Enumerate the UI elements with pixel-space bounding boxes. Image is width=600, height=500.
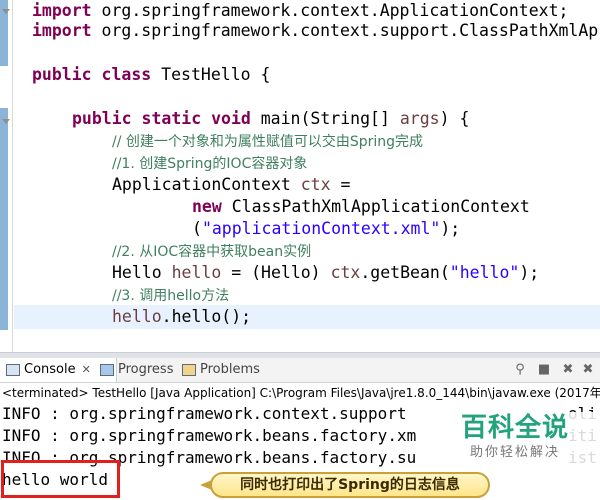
terminated-status: <terminated> TestHello [Java Application… (2, 386, 600, 400)
ruler-line (12, 0, 13, 352)
tab-progress[interactable]: Progress (100, 358, 192, 382)
code-line-13[interactable]: hello.hello(); (112, 306, 251, 328)
current-line-highlight (14, 305, 600, 329)
code-line-1[interactable]: import org.springframework.context.Appli… (32, 0, 568, 22)
progress-icon (100, 363, 114, 376)
code-line-12[interactable]: //3. 调用hello方法 (112, 284, 229, 306)
code-line-3[interactable]: public class TestHello { (32, 64, 270, 86)
console-line: INFO : org.springframework.beans.factory… (2, 426, 417, 445)
watermark-subtitle: 助你轻松解决 (469, 445, 560, 460)
remove-launch-icon[interactable]: ✖ (560, 362, 576, 378)
close-icon[interactable]: ✕ (82, 363, 91, 376)
stop-icon[interactable]: ■ (536, 362, 552, 378)
code-line-2[interactable]: import org.springframework.context.suppo… (32, 20, 598, 42)
code-line-6[interactable]: //1. 创建Spring的IOC容器对象 (112, 152, 307, 174)
pin-icon[interactable]: ⚲ (512, 362, 528, 378)
tab-problems[interactable]: Problems (182, 358, 282, 382)
watermark-title: 百科全说 (460, 413, 569, 443)
code-line-7[interactable]: ApplicationContext ctx = (112, 174, 350, 196)
fold-icon[interactable] (1, 116, 11, 126)
code-line-5[interactable]: // 创建一个对象和为属性赋值可以交由Spring完成 (112, 130, 423, 152)
code-line-4[interactable]: public static void main(String[] args) { (72, 108, 469, 130)
change-marker (0, 108, 8, 330)
remove-all-icon[interactable]: ✖ (580, 362, 596, 378)
code-line-10[interactable]: //2. 从IOC容器中获取bean实例 (112, 240, 311, 262)
problems-icon (182, 363, 196, 376)
code-line-8[interactable]: new ClassPathXmlApplicationContext (192, 196, 530, 218)
highlight-box (1, 460, 120, 498)
code-line-9[interactable]: ("applicationContext.xml"); (192, 218, 460, 240)
code-line-11[interactable]: Hello hello = (Hello) ctx.getBean("hello… (112, 262, 539, 284)
console-icon (6, 363, 20, 376)
panel-tab-bar: Console ✕ Progress Problems ⚲ ■ ✖ ✖ (0, 358, 600, 383)
fold-icon[interactable] (1, 6, 11, 16)
annotation-callout: 同时也打印出了Spring的日志信息 (210, 472, 490, 498)
code-editor[interactable]: import org.springframework.context.Appli… (0, 0, 600, 352)
watermark: 百科全说 助你轻松解决 (430, 412, 600, 474)
console-line: INFO : org.springframework.context.suppo… (2, 404, 407, 423)
